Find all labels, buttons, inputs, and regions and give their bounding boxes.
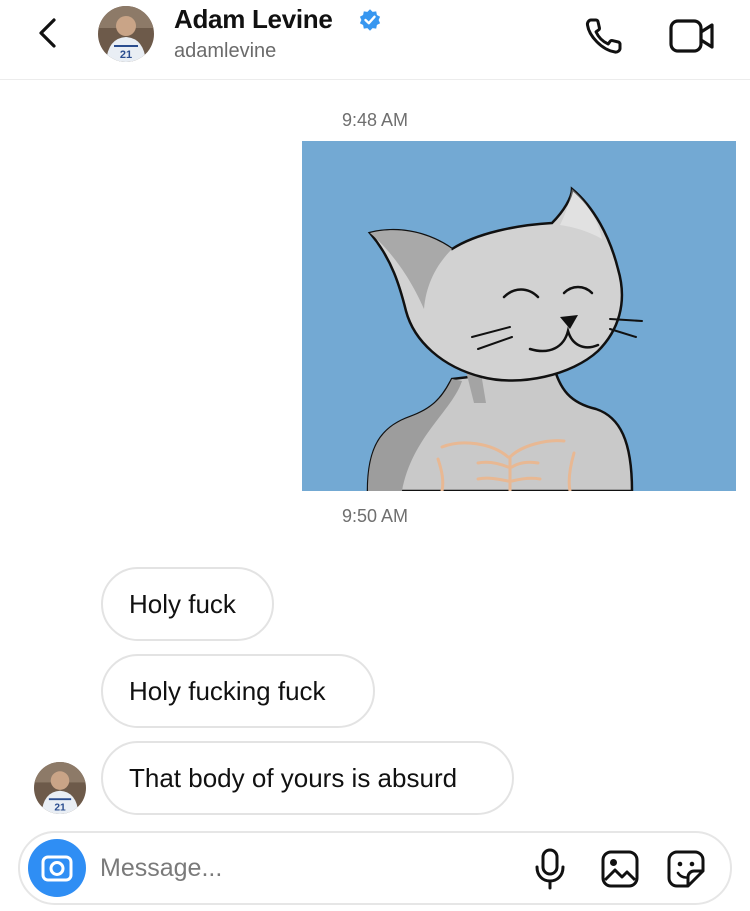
message-timestamp: 9:48 AM	[341, 110, 409, 130]
dm-thread-screen: 21 Adam Levine adamlevine 9:48 AM 9:50 A…	[0, 0, 750, 911]
back-button[interactable]	[30, 14, 70, 54]
sticker-icon	[667, 850, 705, 888]
svg-text:21: 21	[54, 802, 66, 813]
voice-call-button[interactable]	[582, 14, 626, 58]
chat-header: 21 Adam Levine adamlevine	[0, 0, 750, 80]
received-message-bubble[interactable]: Holy fuck	[101, 567, 274, 641]
received-message-bubble[interactable]: Holy fucking fuck	[101, 654, 375, 728]
cat-drawing-image	[302, 141, 736, 491]
received-message-bubble[interactable]: That body of yours is absurd	[101, 741, 514, 815]
message-composer	[18, 831, 732, 905]
image-icon	[601, 850, 639, 888]
sticker-button[interactable]	[666, 849, 706, 889]
gallery-button[interactable]	[600, 849, 640, 889]
camera-icon	[41, 855, 73, 882]
voice-message-button[interactable]	[532, 847, 568, 891]
camera-button[interactable]	[28, 839, 86, 897]
chevron-left-icon	[39, 18, 56, 48]
microphone-icon	[535, 848, 565, 890]
contact-avatar[interactable]: 21	[98, 6, 154, 62]
video-call-button[interactable]	[666, 16, 720, 56]
message-timestamp: 9:50 AM	[341, 506, 409, 526]
phone-icon	[585, 18, 622, 54]
sender-avatar[interactable]: 21	[34, 762, 86, 814]
verified-badge-icon	[357, 7, 383, 33]
svg-text:21: 21	[120, 49, 132, 61]
video-camera-icon	[669, 19, 714, 53]
sent-image-message[interactable]	[302, 141, 736, 491]
message-input[interactable]	[100, 845, 520, 891]
contact-handle[interactable]: adamlevine	[174, 40, 276, 63]
contact-name[interactable]: Adam Levine	[174, 4, 333, 35]
